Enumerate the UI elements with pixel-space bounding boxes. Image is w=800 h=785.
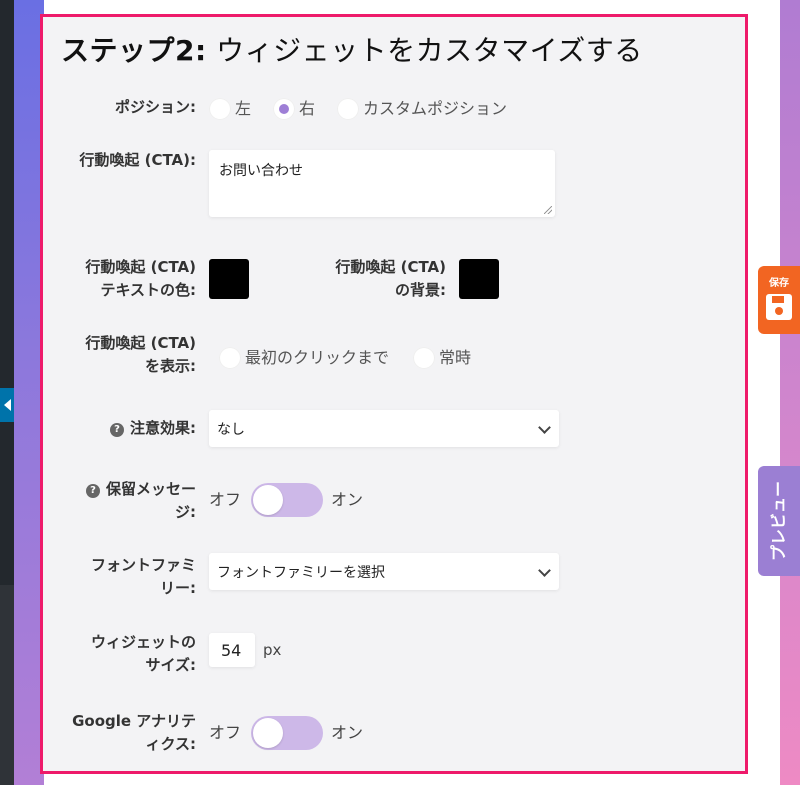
cta-display-first-click-label: 最初のクリックまで xyxy=(245,348,390,367)
widget-size-label-line1: ウィジェットの xyxy=(90,633,196,651)
cta-text-color-swatch[interactable] xyxy=(209,259,249,299)
triangle-left-icon xyxy=(3,399,11,411)
cta-display-first-click-radio[interactable] xyxy=(219,347,241,369)
cta-text-color-label-line2: テキストの色: xyxy=(100,281,196,299)
floppy-disk-icon xyxy=(766,294,792,320)
cta-textarea-value: お問い合わせ xyxy=(219,163,303,179)
font-family-label: フォントファミ リー: xyxy=(91,554,196,600)
question-circle-icon[interactable]: ? xyxy=(85,484,100,498)
cta-text-color-label: 行動喚起 (CTA) テキストの色: xyxy=(85,256,196,302)
gradient-background-right xyxy=(780,0,800,785)
admin-collapse-button[interactable] xyxy=(0,388,14,422)
attention-effect-label: ? 注意効果: xyxy=(110,417,196,440)
cta-display-label-line1: 行動喚起 (CTA) xyxy=(85,334,196,352)
pending-message-toggle[interactable] xyxy=(251,483,323,517)
google-analytics-on-label: オン xyxy=(331,723,364,742)
cta-text-color-label-line1: 行動喚起 (CTA) xyxy=(85,258,196,276)
position-custom-radio[interactable] xyxy=(337,98,359,120)
font-family-value: フォントファミリーを選択 xyxy=(217,565,385,581)
step-title: ステップ2: ウィジェットをカスタマイズする xyxy=(61,29,643,69)
widget-size-label: ウィジェットの サイズ: xyxy=(91,631,196,677)
google-analytics-toggle[interactable] xyxy=(251,716,323,750)
toggle-knob xyxy=(253,485,283,515)
pending-message-on-label: オン xyxy=(331,490,364,509)
font-family-select[interactable]: フォントファミリーを選択 xyxy=(209,553,559,590)
chevron-down-icon xyxy=(538,564,551,577)
font-family-label-line1: フォントファミ xyxy=(90,556,196,574)
cta-bg-color-label: 行動喚起 (CTA) の背景: xyxy=(335,256,446,302)
position-left-radio[interactable] xyxy=(209,98,231,120)
google-analytics-off-label: オフ xyxy=(209,723,242,742)
widget-size-input[interactable]: 54 xyxy=(209,633,255,667)
cta-display-always-label: 常時 xyxy=(439,348,472,367)
resize-grip-icon[interactable] xyxy=(544,206,552,214)
customize-widget-panel: ステップ2: ウィジェットをカスタマイズする ポジション: 左 右 カスタムポジ… xyxy=(40,14,748,774)
position-right-radio[interactable] xyxy=(273,98,295,120)
position-custom-label: カスタムポジション xyxy=(363,99,508,118)
font-family-label-line2: リー: xyxy=(160,579,196,597)
pending-message-off-label: オフ xyxy=(209,490,242,509)
widget-size-value: 54 xyxy=(221,641,242,660)
question-circle-icon[interactable]: ? xyxy=(110,423,124,437)
step-title-text: ウィジェットをカスタマイズする xyxy=(216,34,643,67)
position-left-label: 左 xyxy=(235,99,252,118)
google-analytics-label: Google アナリテ ィクス: xyxy=(72,710,196,756)
attention-effect-select[interactable]: なし xyxy=(209,410,559,447)
pending-message-label: ? 保留メッセー ジ: xyxy=(85,478,196,524)
cta-display-always-radio[interactable] xyxy=(413,347,435,369)
cta-bg-color-label-line2: の背景: xyxy=(395,281,446,299)
widget-size-unit: px xyxy=(263,641,282,659)
pending-message-label-line1: ? 保留メッセー xyxy=(85,478,196,501)
preview-button[interactable]: プレビュー xyxy=(758,466,800,576)
cta-label: 行動喚起 (CTA): xyxy=(79,151,196,169)
save-label: 保存 xyxy=(769,278,789,289)
widget-size-label-line2: サイズ: xyxy=(145,656,196,674)
attention-effect-label-text: 注意効果: xyxy=(130,419,196,437)
pending-message-label-text1: 保留メッセー xyxy=(105,480,196,498)
pending-message-label-line2: ジ: xyxy=(175,503,196,521)
save-button[interactable]: 保存 xyxy=(758,266,800,334)
cta-textarea[interactable]: お問い合わせ xyxy=(209,150,555,217)
step-title-bold: ステップ2: xyxy=(61,34,207,67)
cta-bg-color-label-line1: 行動喚起 (CTA) xyxy=(335,258,446,276)
toggle-knob xyxy=(253,718,283,748)
chevron-down-icon xyxy=(538,421,551,434)
attention-effect-value: なし xyxy=(217,422,245,438)
preview-label: プレビュー xyxy=(769,481,788,562)
position-right-label: 右 xyxy=(299,99,316,118)
google-analytics-label-line1: Google アナリテ xyxy=(72,712,196,730)
position-label: ポジション: xyxy=(115,98,196,116)
cta-display-label: 行動喚起 (CTA) を表示: xyxy=(85,332,196,378)
google-analytics-label-line2: ィクス: xyxy=(145,735,196,753)
cta-display-label-line2: を表示: xyxy=(145,357,196,375)
cta-bg-color-swatch[interactable] xyxy=(459,259,499,299)
